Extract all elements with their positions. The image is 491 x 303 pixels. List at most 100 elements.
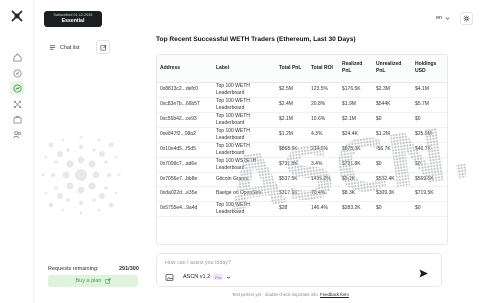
table-cell: $176.5K xyxy=(339,82,373,98)
table-row: 0xc83e7b...66b57 Top 100 WETH Leaderboar… xyxy=(157,97,447,113)
model-select[interactable]: ASCN v1.2 Pro xyxy=(183,274,231,280)
edit-icon xyxy=(100,44,106,50)
column-header[interactable]: Holdings USD xyxy=(412,55,447,83)
chat-list-button[interactable]: Chat list xyxy=(49,44,79,51)
model-name: ASCN v1.2 xyxy=(183,274,211,280)
sun-icon xyxy=(463,15,470,22)
table-cell: $0 xyxy=(412,201,447,217)
new-chat-button[interactable] xyxy=(96,40,110,54)
table-cell: $532.4K xyxy=(373,172,412,188)
table-cell: $0 xyxy=(373,201,412,217)
image-attach-icon xyxy=(165,274,174,281)
table-row: 0x7099c7...ad6e Top 100 WSTETH Leaderboa… xyxy=(157,157,447,173)
requests-label: Requests remaining: xyxy=(48,266,99,272)
table-cell: 214.5% xyxy=(308,142,339,158)
table-cell: Top 100 WETH Leaderboard xyxy=(213,82,276,98)
table-cell: Top 100 WETH Leaderboard xyxy=(213,127,276,143)
table-cell: $537.5K xyxy=(276,172,308,188)
column-header[interactable]: Unrealized PnL xyxy=(373,55,412,83)
table-cell: 4.3% xyxy=(308,127,339,143)
table-cell: 0x5755e4...9a4d xyxy=(157,201,213,217)
table-cell: 0x8813c2...defc0 xyxy=(157,82,213,98)
table-cell: $1.2M xyxy=(373,127,412,143)
table-cell: -$6.7K xyxy=(373,142,412,158)
table-cell: 0xe847f2...08a2 xyxy=(157,127,213,143)
table-cell: $309.3K xyxy=(373,186,412,202)
attach-button[interactable] xyxy=(165,273,174,282)
users-icon[interactable] xyxy=(10,127,24,141)
feedback-link[interactable]: Feedback form xyxy=(320,292,349,297)
table-cell: Top 100 WETH Leaderboard xyxy=(213,112,276,128)
list-icon xyxy=(49,45,56,50)
table-cell: $4.1M xyxy=(412,82,447,98)
table-cell: Top 100 WETH Leaderboard xyxy=(213,201,276,217)
chevron-down-icon xyxy=(445,16,450,20)
language-select[interactable]: en xyxy=(436,15,450,21)
logo-icon[interactable] xyxy=(11,10,23,22)
column-header[interactable]: Label xyxy=(213,55,276,83)
table-cell: 76.4% xyxy=(308,186,339,202)
table-cell: $25.9M xyxy=(412,127,447,143)
buy-plan-button[interactable]: Buy a plan xyxy=(48,275,138,287)
chat-input[interactable] xyxy=(165,259,415,267)
table-row: 0x10e4d5...f5d5 Top 100 WETH Leaderboard… xyxy=(157,142,447,158)
table-cell: $0 xyxy=(373,157,412,173)
table-cell: $283.2K xyxy=(339,201,373,217)
footer-note: Test perfect yet · double-check importan… xyxy=(232,292,349,297)
table-cell: 1435.2% xyxy=(308,172,339,188)
send-icon xyxy=(419,269,428,278)
table-cell: 10.6% xyxy=(308,112,339,128)
table-header-row: Address Label Total PnL Total ROI Realiz… xyxy=(157,55,447,83)
plan-name: Essential xyxy=(61,18,85,24)
compass-icon[interactable] xyxy=(10,66,24,80)
column-header[interactable]: Address xyxy=(157,55,213,83)
table-cell: 0x7099c7...ad6e xyxy=(157,157,213,173)
table-cell: 20.8% xyxy=(308,97,339,113)
table-cell: 123.5% xyxy=(308,82,339,98)
table-cell: 0xc55b42...ce93 xyxy=(157,112,213,128)
chat-input-box: ASCN v1.2 Pro xyxy=(156,253,442,287)
column-header[interactable]: Realized PnL xyxy=(339,55,373,83)
language-value: en xyxy=(436,15,443,21)
table-cell: $569.5K xyxy=(412,172,447,188)
table-row: 0xc55b42...ce93 Top 100 WETH Leaderboard… xyxy=(157,112,447,128)
table-cell: $868.6K xyxy=(276,142,308,158)
table-cell: $5.7M xyxy=(412,97,447,113)
requests-count: 291/300 xyxy=(119,266,139,272)
table-cell: $28 xyxy=(276,201,308,217)
page-title: Top Recent Successful WETH Traders (Ethe… xyxy=(156,36,356,43)
table-cell: Gitcoin Grants xyxy=(213,172,276,188)
table-row: 0x8813c2...defc0 Top 100 WETH Leaderboar… xyxy=(157,82,447,98)
column-header[interactable]: Total PnL xyxy=(276,55,308,83)
table-cell: $2.1M xyxy=(339,112,373,128)
buy-plan-label: Buy a plan xyxy=(75,278,102,284)
table-cell: $2.3M xyxy=(373,82,412,98)
traders-table: Address Label Total PnL Total ROI Realiz… xyxy=(156,54,448,245)
table-cell: 0x10e4d5...f5d5 xyxy=(157,142,213,158)
table-cell: $0 xyxy=(373,112,412,128)
table-cell: 146.4% xyxy=(308,201,339,217)
ascn-dotted-logo xyxy=(41,135,121,215)
table-cell: Top 100 WETH Leaderboard xyxy=(213,142,276,158)
plan-card[interactable]: Subscribed 01.12.2025 Essential xyxy=(44,11,102,27)
table-cell: $544K xyxy=(373,97,412,113)
table-cell: $1.2M xyxy=(276,127,308,143)
chart-icon[interactable] xyxy=(10,81,24,95)
theme-toggle-button[interactable] xyxy=(460,12,473,25)
pro-badge: Pro xyxy=(213,274,224,280)
table-cell: $731.8K xyxy=(276,157,308,173)
table-row: 0xda022d...e35e Baelge on OpenSea $317.6… xyxy=(157,186,447,202)
table-cell: $5.1K xyxy=(339,172,373,188)
table-cell: Top 100 WSTETH Leaderboard xyxy=(213,157,276,173)
table-row: 0x7056e7...bb8e Gitcoin Grants $537.5K 1… xyxy=(157,172,447,188)
column-header[interactable]: Total ROI xyxy=(308,55,339,83)
send-button[interactable] xyxy=(418,268,429,279)
network-icon[interactable] xyxy=(10,97,24,111)
table-cell: Top 100 WETH Leaderboard xyxy=(213,97,276,113)
table-cell: $0 xyxy=(412,157,447,173)
briefcase-icon[interactable] xyxy=(10,112,24,126)
table-cell: $2.5M xyxy=(276,82,308,98)
table-cell: 3.4% xyxy=(308,157,339,173)
table-cell: $317.6K xyxy=(276,186,308,202)
home-icon[interactable] xyxy=(10,50,24,64)
